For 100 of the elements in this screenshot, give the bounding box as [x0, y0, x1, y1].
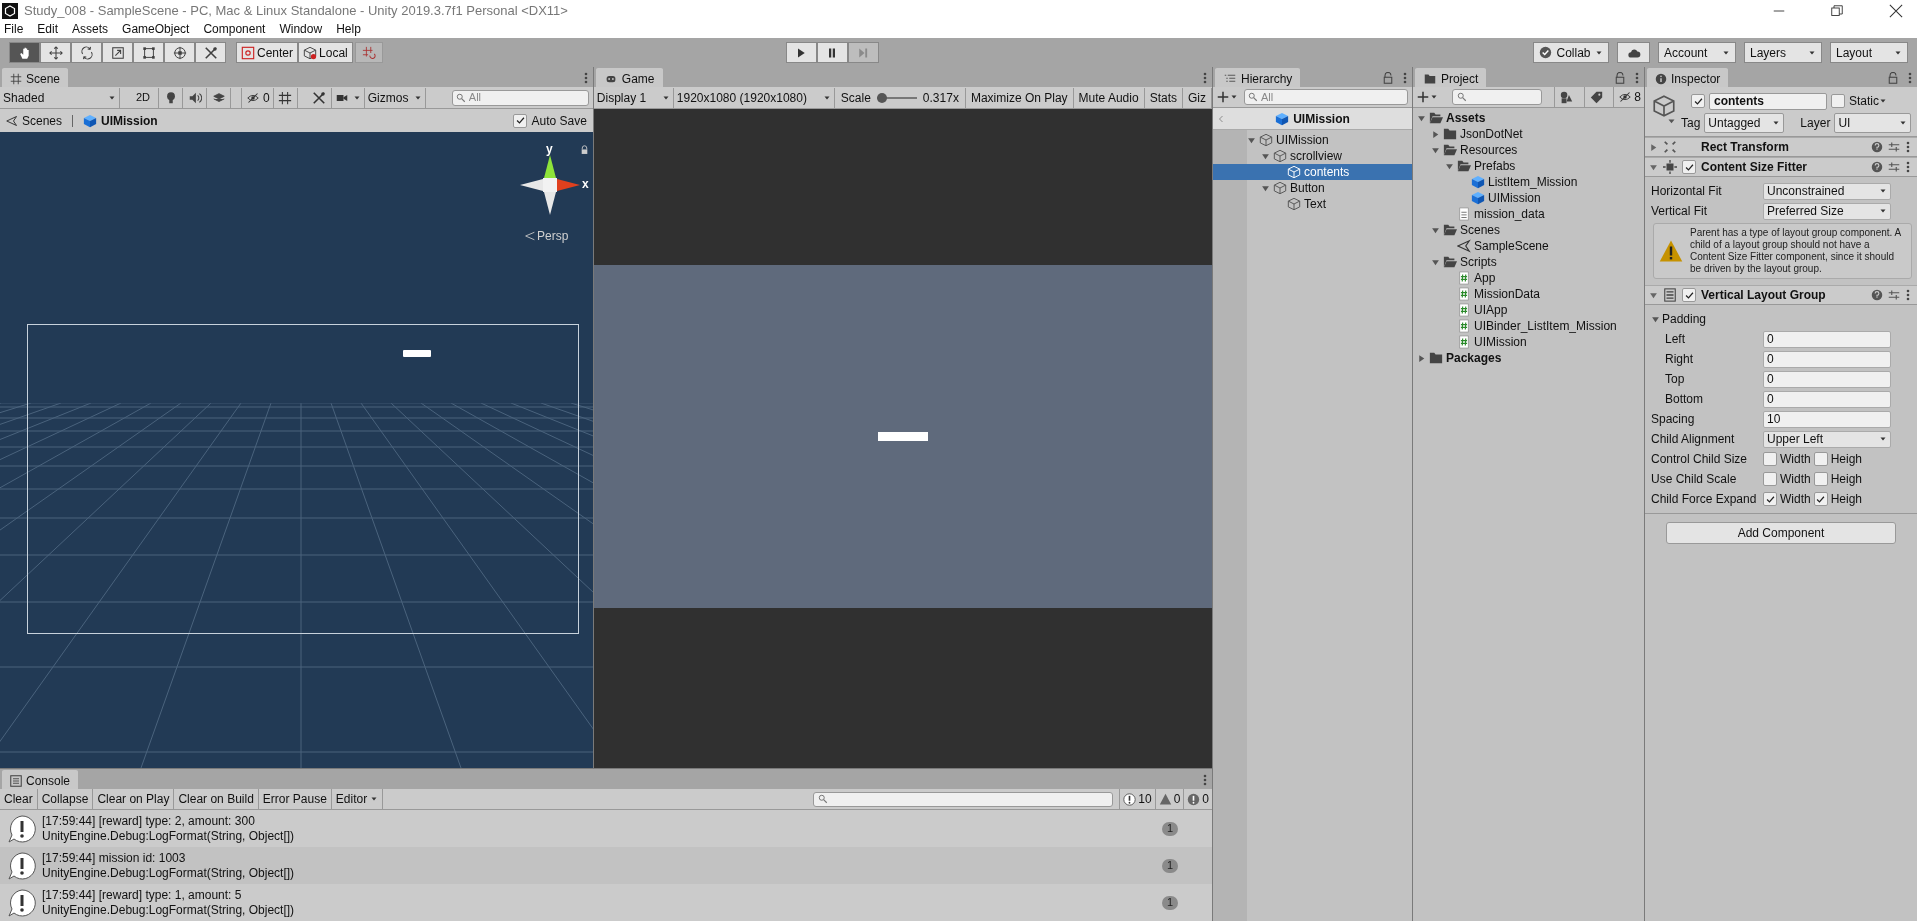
menu-item[interactable]: GameObject	[122, 20, 190, 38]
game-toggle-button[interactable]: Mute Audio	[1073, 87, 1145, 108]
project-item[interactable]: Prefabs	[1413, 158, 1644, 174]
console-tab[interactable]: Console	[2, 770, 79, 789]
presets-icon[interactable]	[1888, 161, 1900, 173]
menu-icon[interactable]	[1905, 140, 1911, 154]
tool-button[interactable]	[9, 42, 40, 63]
checkbox[interactable]	[1763, 452, 1777, 466]
project-item[interactable]: UIApp	[1413, 302, 1644, 318]
number-field[interactable]: 0	[1763, 350, 1891, 368]
project-item[interactable]: UIMission	[1413, 190, 1644, 206]
dropdown-field[interactable]: Preferred Size	[1763, 202, 1891, 220]
expanded-arrow-icon[interactable]	[1431, 257, 1440, 267]
create-dropdown[interactable]	[1417, 91, 1438, 103]
breadcrumb-link[interactable]: Scenes	[6, 111, 63, 130]
menu-icon[interactable]	[1402, 70, 1408, 85]
pivot-button[interactable]: Center	[236, 42, 299, 63]
number-field[interactable]: 10	[1763, 410, 1891, 428]
menu-item[interactable]: Help	[336, 20, 361, 38]
menu-icon[interactable]	[1202, 772, 1208, 787]
resolution-dropdown[interactable]: 1920x1080 (1920x1080)	[673, 87, 835, 108]
menu-icon[interactable]	[1905, 160, 1911, 174]
presets-icon[interactable]	[1888, 141, 1900, 153]
game-toggle-button[interactable]: Giz	[1183, 87, 1212, 108]
cloud-button[interactable]	[1617, 42, 1650, 63]
menu-item[interactable]: File	[4, 20, 24, 38]
tool-button[interactable]	[164, 42, 195, 63]
hidden-objects-toggle[interactable]: 0	[241, 87, 274, 108]
project-item[interactable]: ListItem_Mission	[1413, 174, 1644, 190]
search-field[interactable]	[1452, 89, 1543, 105]
slider-thumb[interactable]	[876, 92, 887, 103]
expanded-arrow-icon[interactable]	[1649, 162, 1658, 172]
foldout-toggle[interactable]: Padding	[1651, 310, 1707, 328]
search-field[interactable]: All	[451, 89, 589, 106]
expanded-arrow-icon[interactable]	[1431, 145, 1440, 155]
dropdown-field[interactable]: Unconstrained	[1763, 182, 1891, 200]
static-label[interactable]: Static	[1849, 92, 1887, 110]
shading-dropdown[interactable]: Shaded	[0, 87, 120, 108]
project-item[interactable]: Assets	[1413, 110, 1644, 126]
number-field[interactable]: 0	[1763, 390, 1891, 408]
help-icon[interactable]	[1871, 161, 1883, 173]
menu-icon[interactable]	[582, 70, 589, 85]
breadcrumb-link[interactable]: UIMission	[83, 111, 158, 130]
create-dropdown[interactable]	[1217, 91, 1238, 103]
menu-icon[interactable]	[1907, 70, 1913, 85]
pause-button[interactable]	[816, 42, 848, 63]
scene-view[interactable]: y x Persp	[0, 132, 593, 768]
hierarchy-item[interactable]: UIMission	[1213, 132, 1412, 148]
menu-icon[interactable]	[1905, 288, 1911, 302]
toolbar-dropdown[interactable]: Account	[1658, 42, 1736, 63]
menu-item[interactable]: Window	[279, 20, 323, 38]
collapsed-arrow-icon[interactable]	[1649, 142, 1658, 152]
active-checkbox[interactable]	[1691, 94, 1705, 108]
tool-button[interactable]	[102, 42, 133, 63]
lock-icon[interactable]	[1382, 71, 1394, 84]
project-item[interactable]: Packages	[1413, 350, 1644, 366]
collapsed-arrow-icon[interactable]	[1417, 353, 1426, 363]
console-button[interactable]: Collapse	[37, 789, 94, 809]
expanded-arrow-icon[interactable]	[1247, 135, 1256, 145]
project-item[interactable]: App	[1413, 270, 1644, 286]
project-item[interactable]: UIBinder_ListItem_Mission	[1413, 318, 1644, 334]
project-item[interactable]: Scripts	[1413, 254, 1644, 270]
log-entry[interactable]: [17:59:44] [reward] type: 1, amount: 5 UnityEngine.Debug:LogFormat(String, Object[]) 1	[0, 884, 1212, 921]
component-header[interactable]: Content Size Fitter	[1645, 157, 1917, 177]
project-item[interactable]: MissionData	[1413, 286, 1644, 302]
menu-icon[interactable]	[1634, 70, 1640, 85]
projection-label[interactable]: Persp	[537, 227, 569, 245]
checkbox[interactable]	[1763, 472, 1777, 486]
help-icon[interactable]	[1871, 289, 1883, 301]
toggle-2d-button[interactable]: 2D	[128, 87, 160, 108]
checkbox[interactable]	[1813, 472, 1828, 486]
hierarchy-tab[interactable]: Hierarchy	[1215, 68, 1301, 87]
tag-dropdown[interactable]: Untagged	[1704, 113, 1785, 133]
toolbar-dropdown[interactable]: Layout	[1830, 42, 1908, 63]
component-header[interactable]: Vertical Layout Group	[1645, 285, 1917, 305]
log-filter-toggle[interactable]: 10	[1119, 789, 1155, 809]
project-item[interactable]: SampleScene	[1413, 238, 1644, 254]
grid-snap-button[interactable]	[354, 42, 383, 63]
editor-dropdown[interactable]: Editor	[331, 789, 384, 809]
hierarchy-item[interactable]: scrollview	[1213, 148, 1412, 164]
expanded-arrow-icon[interactable]	[1261, 151, 1270, 161]
toolbar-dropdown[interactable]: Layers	[1744, 42, 1822, 63]
menu-item[interactable]: Component	[203, 20, 266, 38]
project-item[interactable]: mission_data	[1413, 206, 1644, 222]
dropdown-field[interactable]: Upper Left	[1763, 430, 1891, 448]
menu-item[interactable]: Assets	[72, 20, 109, 38]
component-header[interactable]: Rect Transform	[1645, 137, 1917, 157]
menu-icon[interactable]	[1202, 70, 1208, 85]
auto-save-checkbox[interactable]	[513, 113, 528, 128]
help-icon[interactable]	[1871, 141, 1883, 153]
layer-dropdown[interactable]: UI	[1834, 113, 1911, 133]
project-item[interactable]: UIMission	[1413, 334, 1644, 350]
presets-icon[interactable]	[1888, 289, 1900, 301]
tool-button[interactable]	[195, 42, 226, 63]
hierarchy-item[interactable]: Button	[1213, 180, 1412, 196]
expanded-arrow-icon[interactable]	[1431, 225, 1440, 235]
log-filter-toggle[interactable]: 0	[1154, 789, 1184, 809]
expanded-arrow-icon[interactable]	[1649, 290, 1658, 300]
expanded-arrow-icon[interactable]	[1651, 314, 1660, 324]
expanded-arrow-icon[interactable]	[1417, 113, 1426, 123]
